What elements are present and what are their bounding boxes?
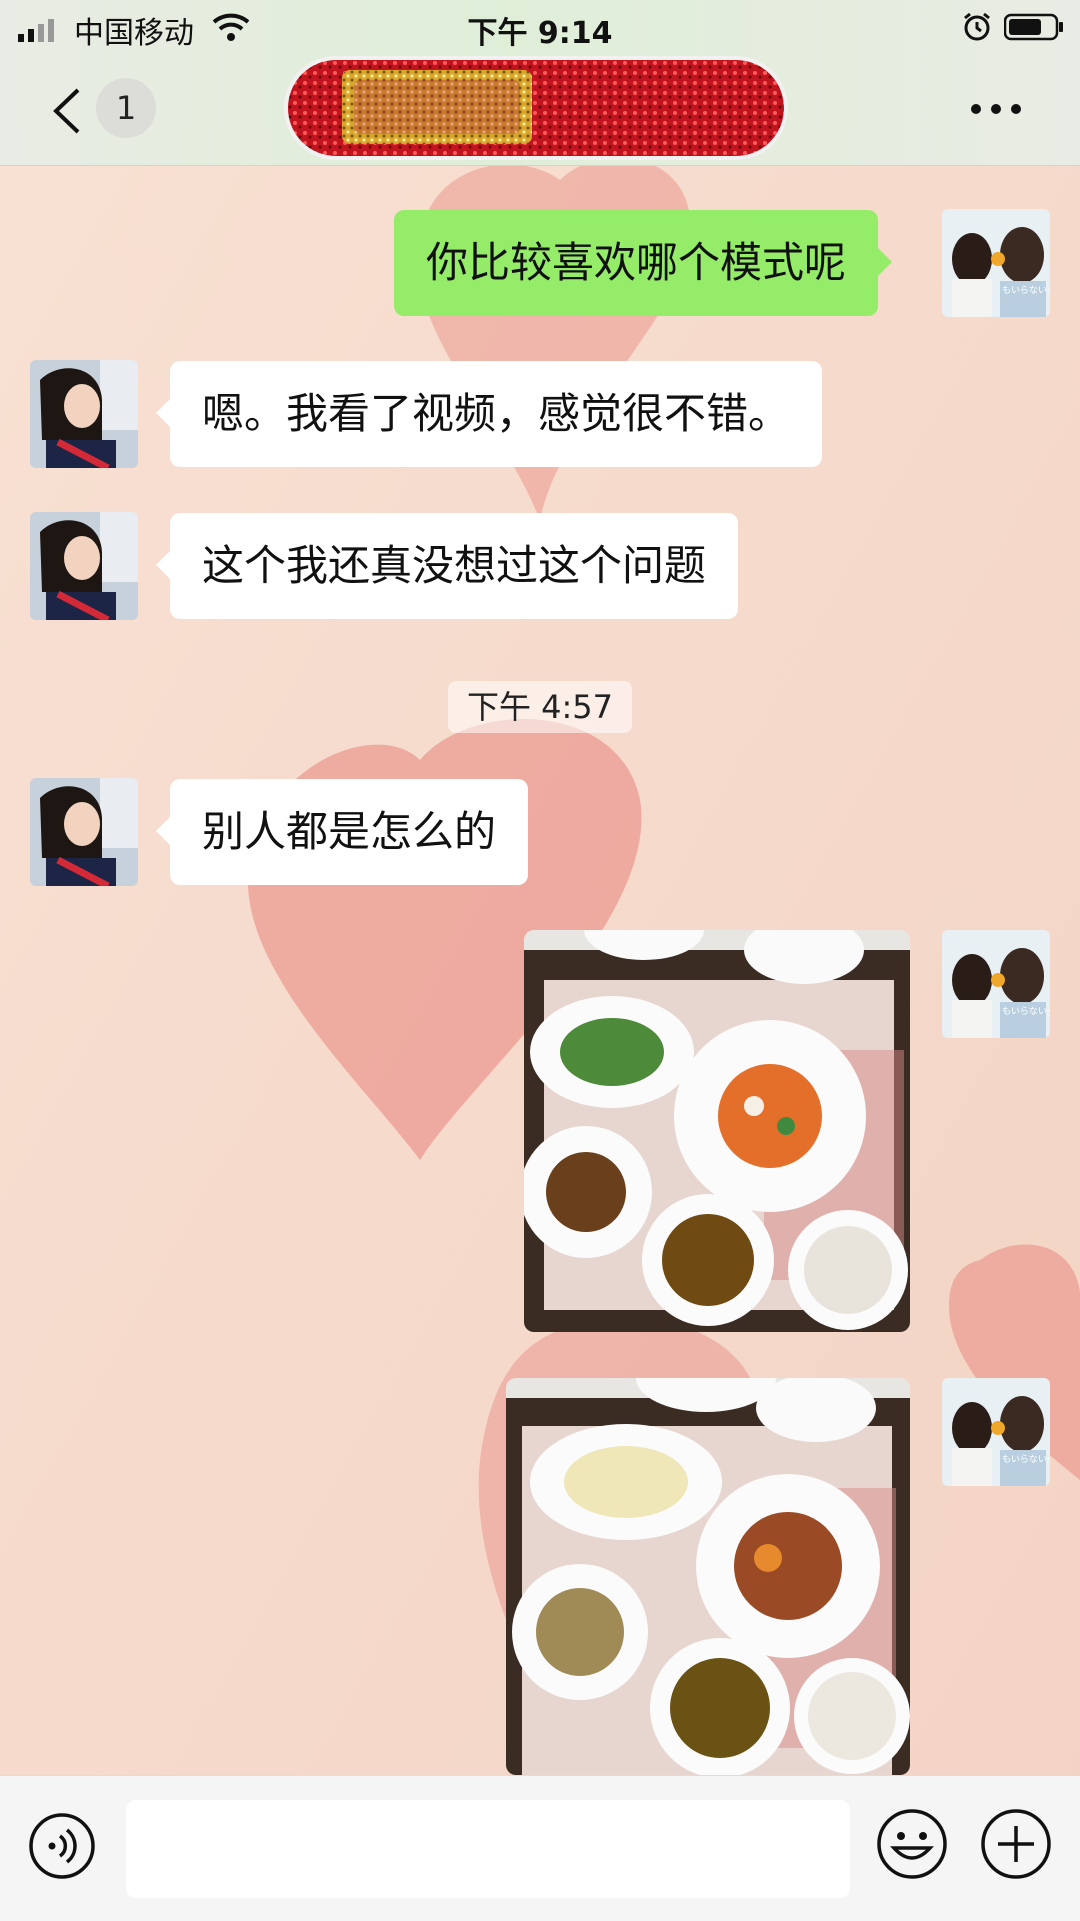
unread-count-badge[interactable]: 1 [96,78,156,138]
status-time: 下午 9:14 [467,16,613,51]
voice-input-icon[interactable] [28,1812,96,1880]
outgoing-message-bubble[interactable]: 你比较喜欢哪个模式呢 [394,210,893,316]
girl-photo-avatar[interactable] [30,778,138,886]
emoji-icon[interactable] [876,1808,948,1880]
more-options-icon[interactable] [968,96,1024,122]
mother-daughter-photo-avatar[interactable]: もいらないっ! [942,209,1050,317]
incoming-message-bubble[interactable]: 这个我还真没想过这个问题 [155,513,739,619]
glitter-title-sticker-icon [284,56,788,160]
girl-photo-avatar[interactable] [30,512,138,620]
message-input-bar [0,1775,1080,1921]
message-text-input[interactable] [126,1800,850,1898]
svg-text:もいらないっ!: もいらないっ! [1002,1006,1050,1017]
chat-message-list[interactable]: 你比较喜欢哪个模式呢 もいらないっ! 嗯。我看了视频，感觉很不错。 [0,165,1080,1775]
status-bar: 中国移动 下午 9:14 [0,0,1080,54]
incoming-message-bubble[interactable]: 别人都是怎么的 [155,779,529,885]
battery-icon [1004,13,1063,41]
mother-daughter-photo-avatar[interactable]: もいらないっ! [942,1378,1050,1486]
svg-text:もいらないっ!: もいらないっ! [1002,1454,1050,1465]
girl-photo-avatar[interactable] [30,360,138,468]
meal-tray-photo-1[interactable] [524,930,910,1332]
alarm-icon [964,12,990,41]
back-chevron-icon[interactable] [48,86,88,136]
message-timestamp: 下午 4:57 [448,681,632,733]
mother-daughter-photo-avatar[interactable]: もいらないっ! [942,930,1050,1038]
add-attachment-icon[interactable] [980,1808,1052,1880]
incoming-message-bubble[interactable]: 嗯。我看了视频，感觉很不错。 [155,361,823,467]
meal-tray-photo-2[interactable] [506,1378,910,1775]
svg-text:もいらないっ!: もいらないっ! [1002,285,1050,296]
chat-header: 中国移动 下午 9:14 1 [0,0,1080,166]
